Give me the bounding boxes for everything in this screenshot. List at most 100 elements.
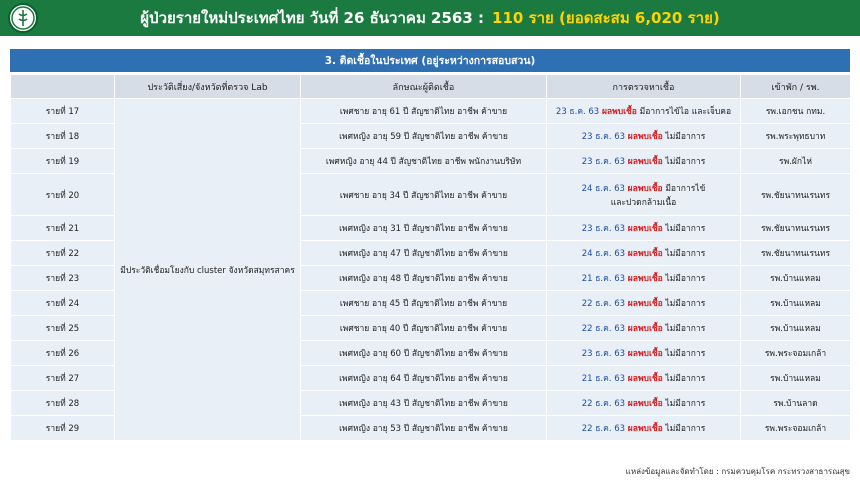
- table-header-row: ประวัติเสี่ยง/จังหวัดที่ตรวจ Lab ลักษณะผ…: [10, 74, 851, 99]
- symptom-text: ไม่มีอาการ: [665, 374, 706, 384]
- positive-label: ผลพบเชื้อ: [627, 424, 663, 434]
- patient-profile: เพศชาย อายุ 40 ปี สัญชาติไทย อาชีพ ค้าขา…: [300, 315, 547, 341]
- test-date: 22 ธ.ค. 63: [581, 324, 626, 334]
- test-date: 23 ธ.ค. 63: [555, 107, 600, 117]
- case-number: รายที่ 21: [10, 215, 115, 241]
- patient-profile: เพศชาย อายุ 34 ปี สัญชาติไทย อาชีพ ค้าขา…: [300, 173, 547, 216]
- positive-label: ผลพบเชื้อ: [627, 399, 663, 409]
- patient-profile: เพศหญิง อายุ 53 ปี สัญชาติไทย อาชีพ ค้าข…: [300, 415, 547, 441]
- positive-label: ผลพบเชื้อ: [627, 249, 663, 259]
- test-result: 22 ธ.ค. 63 ผลพบเชื้อ ไม่มีอาการ: [546, 415, 741, 441]
- positive-label: ผลพบเชื้อ: [627, 157, 663, 167]
- risk-text: มีประวัติเชื่อมโยงกับ cluster จังหวัดสมุ…: [120, 265, 295, 276]
- test-result: 24 ธ.ค. 63 ผลพบเชื้อ ไม่มีอาการ: [546, 240, 741, 266]
- case-number: รายที่ 26: [10, 340, 115, 366]
- patient-profile: เพศหญิง อายุ 59 ปี สัญชาติไทย อาชีพ ค้าข…: [300, 123, 547, 149]
- patient-profile: เพศหญิง อายุ 43 ปี สัญชาติไทย อาชีพ ค้าข…: [300, 390, 547, 416]
- patient-profile: เพศหญิง อายุ 64 ปี สัญชาติไทย อาชีพ ค้าข…: [300, 365, 547, 391]
- symptom-text: ไม่มีอาการ: [665, 299, 706, 309]
- test-date: 23 ธ.ค. 63: [581, 132, 626, 142]
- symptom-text: ไม่มีอาการ: [665, 274, 706, 284]
- case-number: รายที่ 25: [10, 315, 115, 341]
- test-result: 24 ธ.ค. 63 ผลพบเชื้อ มีอาการไข้และปวดกล้…: [546, 173, 741, 216]
- section-banner: 3. ติดเชื้อในประเทศ (อยู่ระหว่างการสอบสว…: [10, 49, 850, 72]
- case-number: รายที่ 29: [10, 415, 115, 441]
- source-footer: แหล่งข้อมูลและจัดทำโดย : กรมควบคุมโรค กร…: [625, 467, 850, 476]
- hospital: รพ.พระพุทธบาท: [740, 123, 851, 149]
- test-result: 23 ธ.ค. 63 ผลพบเชื้อ มีอาการไข้ไอ และเจ็…: [546, 98, 741, 124]
- case-number: รายที่ 19: [10, 148, 115, 174]
- positive-label: ผลพบเชื้อ: [627, 224, 663, 234]
- symptom-text: ไม่มีอาการ: [665, 424, 706, 434]
- hospital: รพ.ชัยนาทนเรนทร: [740, 173, 851, 216]
- hospital: รพ.ชัยนาทนเรนทร: [740, 215, 851, 241]
- positive-label: ผลพบเชื้อ: [627, 132, 663, 142]
- hospital: รพ.บ้านลาด: [740, 390, 851, 416]
- test-date: 23 ธ.ค. 63: [581, 349, 626, 359]
- test-date: 21 ธ.ค. 63: [581, 274, 626, 284]
- case-number: รายที่ 23: [10, 265, 115, 291]
- symptom-text: ไม่มีอาการ: [665, 157, 706, 167]
- case-number: รายที่ 18: [10, 123, 115, 149]
- test-result: 23 ธ.ค. 63 ผลพบเชื้อ ไม่มีอาการ: [546, 148, 741, 174]
- test-result: 21 ธ.ค. 63 ผลพบเชื้อ ไม่มีอาการ: [546, 265, 741, 291]
- patient-profile: เพศหญิง อายุ 60 ปี สัญชาติไทย อาชีพ ค้าข…: [300, 340, 547, 366]
- case-number: รายที่ 28: [10, 390, 115, 416]
- header-bar: ผู้ป่วยรายใหม่ประเทศไทย วันที่ 26 ธันวาค…: [0, 0, 860, 36]
- patient-profile: เพศชาย อายุ 61 ปี สัญชาติไทย อาชีพ ค้าขา…: [300, 98, 547, 124]
- hospital: รพ.บ้านแหลม: [740, 365, 851, 391]
- positive-label: ผลพบเชื้อ: [627, 324, 663, 334]
- hospital: รพ.บ้านแหลม: [740, 315, 851, 341]
- test-date: 21 ธ.ค. 63: [581, 374, 626, 384]
- table-row: รายที่ 17 มีประวัติเชื่อมโยงกับ cluster จ…: [10, 98, 851, 441]
- hospital: รพ.ชัยนาทนเรนทร: [740, 240, 851, 266]
- positive-label: ผลพบเชื้อ: [627, 349, 663, 359]
- hospital: รพ.พระจอมเกล้า: [740, 415, 851, 441]
- patient-profile: เพศหญิง อายุ 44 ปี สัญชาติไทย อาชีพ พนัก…: [300, 148, 547, 174]
- test-result: 23 ธ.ค. 63 ผลพบเชื้อ ไม่มีอาการ: [546, 340, 741, 366]
- case-number: รายที่ 27: [10, 365, 115, 391]
- hospital: รพ.พระจอมเกล้า: [740, 340, 851, 366]
- test-result: 23 ธ.ค. 63 ผลพบเชื้อ ไม่มีอาการ: [546, 123, 741, 149]
- col-hospital: เข้าพัก / รพ.: [740, 74, 851, 99]
- symptom-text-2: และปวดกล้ามเนื้อ: [610, 197, 677, 208]
- symptom-text: ไม่มีอาการ: [665, 324, 706, 334]
- symptom-text: มีอาการไข้ไอ และเจ็บคอ: [639, 107, 732, 117]
- col-profile: ลักษณะผู้ติดเชื้อ: [300, 74, 547, 99]
- title-highlight: 110 ราย (ยอดสะสม 6,020 ราย): [492, 9, 720, 27]
- col-risk: ประวัติเสี่ยง/จังหวัดที่ตรวจ Lab: [114, 74, 301, 99]
- case-number: รายที่ 22: [10, 240, 115, 266]
- symptom-text: ไม่มีอาการ: [665, 399, 706, 409]
- symptom-text: ไม่มีอาการ: [665, 249, 706, 259]
- case-number: รายที่ 20: [10, 173, 115, 216]
- page-title: ผู้ป่วยรายใหม่ประเทศไทย วันที่ 26 ธันวาค…: [0, 0, 860, 36]
- hospital: รพ.ผักไห่: [740, 148, 851, 174]
- patient-profile: เพศหญิง อายุ 48 ปี สัญชาติไทย อาชีพ ค้าข…: [300, 265, 547, 291]
- hospital: รพ.บ้านแหลม: [740, 290, 851, 316]
- test-result: 22 ธ.ค. 63 ผลพบเชื้อ ไม่มีอาการ: [546, 390, 741, 416]
- cases-table: ประวัติเสี่ยง/จังหวัดที่ตรวจ Lab ลักษณะผ…: [10, 74, 851, 441]
- positive-label: ผลพบเชื้อ: [601, 107, 637, 117]
- case-number: รายที่ 24: [10, 290, 115, 316]
- test-result: 22 ธ.ค. 63 ผลพบเชื้อ ไม่มีอาการ: [546, 315, 741, 341]
- test-date: 24 ธ.ค. 63: [581, 249, 626, 259]
- test-date: 24 ธ.ค. 63: [581, 183, 625, 194]
- patient-profile: เพศหญิง อายุ 31 ปี สัญชาติไทย อาชีพ ค้าข…: [300, 215, 547, 241]
- symptom-text: มีอาการไข้: [665, 183, 706, 194]
- positive-label: ผลพบเชื้อ: [627, 183, 663, 194]
- symptom-text: ไม่มีอาการ: [665, 132, 706, 142]
- title-main: ผู้ป่วยรายใหม่ประเทศไทย วันที่ 26 ธันวาค…: [140, 9, 485, 27]
- patient-profile: เพศชาย อายุ 45 ปี สัญชาติไทย อาชีพ ค้าขา…: [300, 290, 547, 316]
- test-date: 22 ธ.ค. 63: [581, 399, 626, 409]
- test-result: 22 ธ.ค. 63 ผลพบเชื้อ ไม่มีอาการ: [546, 290, 741, 316]
- symptom-text: ไม่มีอาการ: [665, 224, 706, 234]
- col-test: การตรวจหาเชื้อ: [546, 74, 741, 99]
- hospital: รพ.บ้านแหลม: [740, 265, 851, 291]
- test-date: 22 ธ.ค. 63: [581, 424, 626, 434]
- test-result: 23 ธ.ค. 63 ผลพบเชื้อ ไม่มีอาการ: [546, 215, 741, 241]
- case-number: รายที่ 17: [10, 98, 115, 124]
- symptom-text: ไม่มีอาการ: [665, 349, 706, 359]
- test-result: 21 ธ.ค. 63 ผลพบเชื้อ ไม่มีอาการ: [546, 365, 741, 391]
- test-date: 23 ธ.ค. 63: [581, 157, 626, 167]
- test-date: 22 ธ.ค. 63: [581, 299, 626, 309]
